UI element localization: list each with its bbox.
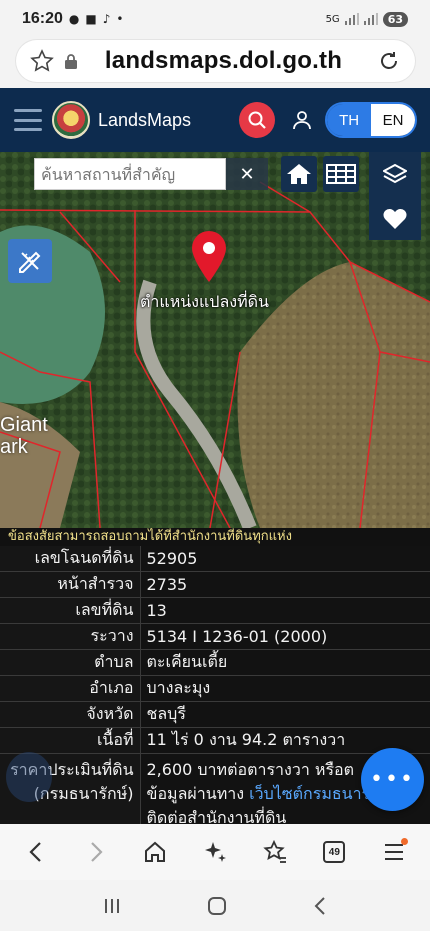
shop-icon: ■ <box>85 12 97 26</box>
home-nav-button[interactable] <box>137 834 173 870</box>
price-line2-prefix: ข้อมูลผ่านทาง <box>146 784 250 803</box>
home-icon <box>287 164 311 184</box>
site-header: LandsMaps TH EN <box>0 88 430 152</box>
notice-text: ข้อสงสัยสามารถสอบถามได้ที่สำนักงานที่ดิน… <box>0 528 430 546</box>
reload-icon[interactable] <box>377 49 401 73</box>
row-value: 5134 I 1236-01 (2000) <box>140 623 430 650</box>
tabs-button[interactable]: 49 <box>316 834 352 870</box>
map-side-panel <box>369 152 421 240</box>
bookmark-star-icon[interactable] <box>30 49 54 73</box>
browser-menu-button[interactable] <box>376 834 412 870</box>
table-row: อำเภอ บางละมุง <box>0 675 430 702</box>
table-row: หน้าสำรวจ 2735 <box>0 571 430 598</box>
row-value: บางละมุง <box>140 675 430 702</box>
battery-level: 63 <box>382 11 408 27</box>
menu-icon <box>385 844 404 860</box>
row-value: ชลบุรี <box>140 701 430 728</box>
favorite-heart-icon[interactable] <box>383 208 407 230</box>
row-label: เนื้อที่ <box>0 727 141 754</box>
chevron-left-icon <box>29 842 41 862</box>
location-pin-icon[interactable] <box>190 230 228 284</box>
row-label: เลขที่ดิน <box>0 597 141 624</box>
system-nav-bar <box>0 880 430 931</box>
table-row: เลขโฉนดที่ดิน 52905 <box>0 546 430 572</box>
row-label: หน้าสำรวจ <box>0 571 141 598</box>
map-view[interactable]: ✕ ตำแหน่งแปลงที่ดิน Giant ark <box>0 152 430 528</box>
address-bar[interactable]: landsmaps.dol.go.th <box>16 40 415 82</box>
home-button[interactable] <box>281 156 317 192</box>
fab-shadow <box>6 752 52 802</box>
row-label: จังหวัด <box>0 701 141 728</box>
lang-th-button[interactable]: TH <box>327 104 372 136</box>
satellite-imagery <box>0 152 430 528</box>
table-row: ระวาง 5134 I 1236-01 (2000) <box>0 623 430 650</box>
table-row: ตำบล ตะเคียนเตี้ย <box>0 649 430 676</box>
park-map-label: Giant ark <box>0 414 48 458</box>
signal-2-icon <box>363 13 378 25</box>
park-label-line1: Giant <box>0 414 48 436</box>
draw-tool-button[interactable] <box>8 239 52 283</box>
treasury-website-link[interactable]: เว็บไซต์กรมธนาร <box>249 784 370 803</box>
more-dot-icon: • <box>116 12 124 26</box>
table-row: เลขที่ดิน 13 <box>0 597 430 624</box>
facebook-icon: ● <box>68 12 80 26</box>
signal-icon <box>344 13 359 25</box>
place-search-input[interactable] <box>34 158 226 190</box>
search-icon <box>248 111 266 129</box>
system-home-icon[interactable] <box>207 896 227 916</box>
tiktok-icon: ♪ <box>102 12 111 26</box>
network-type: 5G <box>325 13 340 25</box>
row-label: อำเภอ <box>0 675 141 702</box>
park-label-line2: ark <box>0 436 28 458</box>
system-back-icon[interactable] <box>313 896 327 916</box>
user-icon[interactable] <box>293 110 311 130</box>
table-row: จังหวัด ชลบุรี <box>0 701 430 728</box>
home-outline-icon <box>145 841 166 862</box>
forward-button[interactable] <box>78 834 114 870</box>
clear-search-button[interactable]: ✕ <box>226 158 268 190</box>
bookmarks-button[interactable] <box>257 834 293 870</box>
hamburger-menu-icon[interactable] <box>14 109 42 131</box>
ruler-pencil-icon <box>19 251 41 273</box>
back-button[interactable] <box>18 834 54 870</box>
department-logo <box>52 101 90 139</box>
row-label: ระวาง <box>0 623 141 650</box>
sparkle-icon <box>204 842 226 862</box>
brand-name: LandsMaps <box>98 109 192 130</box>
status-time: 16:20 <box>22 10 63 27</box>
language-toggle[interactable]: TH EN <box>325 102 418 138</box>
row-label: เลขโฉนดที่ดิน <box>0 546 141 572</box>
lock-icon[interactable] <box>64 53 78 69</box>
row-value: 2735 <box>140 571 430 598</box>
row-value: 52905 <box>140 546 430 572</box>
grid-table-icon <box>326 164 356 184</box>
grid-button[interactable] <box>323 156 359 192</box>
layers-icon[interactable] <box>383 163 407 187</box>
tab-count: 49 <box>323 841 346 863</box>
browser-toolbar: 49 <box>0 824 430 880</box>
row-value: 13 <box>140 597 430 624</box>
row-label: ตำบล <box>0 649 141 676</box>
parcel-location-label: ตำแหน่งแปลงที่ดิน <box>140 292 269 311</box>
url-text[interactable]: landsmaps.dol.go.th <box>78 47 377 75</box>
more-actions-button[interactable]: ••• <box>361 748 424 811</box>
recent-apps-icon[interactable] <box>103 897 121 915</box>
star-list-icon <box>262 840 286 863</box>
chevron-right-icon <box>90 842 103 862</box>
ai-sparkle-button[interactable] <box>197 834 233 870</box>
search-button[interactable] <box>239 102 276 138</box>
lang-en-button[interactable]: EN <box>371 104 416 136</box>
row-value: ตะเคียนเตี้ย <box>140 649 430 676</box>
status-bar: 16:20 ● ■ ♪ • 5G 63 <box>0 0 430 38</box>
table-row: เนื้อที่ 11 ไร่ 0 งาน 94.2 ตารางวา <box>0 727 430 754</box>
notification-dot <box>401 838 409 845</box>
